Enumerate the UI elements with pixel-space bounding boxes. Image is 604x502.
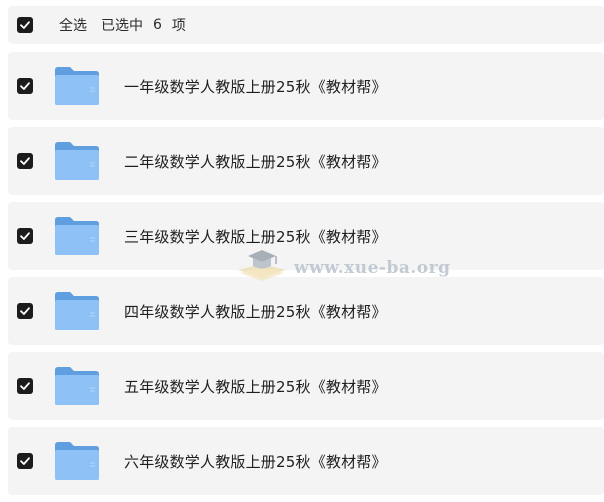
- file-row[interactable]: 四年级数学人教版上册25秋《教材帮》: [8, 277, 604, 345]
- checkmark-icon: [20, 457, 30, 465]
- row-checkbox[interactable]: [17, 78, 33, 94]
- file-row[interactable]: 二年级数学人教版上册25秋《教材帮》: [8, 127, 604, 195]
- file-name[interactable]: 三年级数学人教版上册25秋《教材帮》: [124, 226, 387, 247]
- checkmark-icon: [20, 382, 30, 390]
- file-name[interactable]: 六年级数学人教版上册25秋《教材帮》: [124, 451, 387, 472]
- row-checkbox[interactable]: [17, 453, 33, 469]
- folder-icon: [55, 442, 99, 480]
- file-name[interactable]: 四年级数学人教版上册25秋《教材帮》: [124, 301, 387, 322]
- select-all-checkbox[interactable]: [17, 17, 33, 33]
- checkmark-icon: [20, 82, 30, 90]
- select-all-label[interactable]: 全选: [59, 15, 87, 35]
- folder-icon: [55, 142, 99, 180]
- folder-icon: [55, 367, 99, 405]
- file-name[interactable]: 五年级数学人教版上册25秋《教材帮》: [124, 376, 387, 397]
- file-name[interactable]: 一年级数学人教版上册25秋《教材帮》: [124, 76, 387, 97]
- checkmark-icon: [20, 232, 30, 240]
- selected-prefix: 已选中: [101, 18, 143, 34]
- file-list: 一年级数学人教版上册25秋《教材帮》 二年级数学人教版上册25秋《教材帮》 三年…: [8, 52, 604, 502]
- file-row[interactable]: 六年级数学人教版上册25秋《教材帮》: [8, 427, 604, 495]
- file-row[interactable]: 三年级数学人教版上册25秋《教材帮》: [8, 202, 604, 270]
- checkmark-icon: [20, 21, 30, 29]
- checkmark-icon: [20, 307, 30, 315]
- selected-count: 6: [153, 17, 162, 33]
- checkmark-icon: [20, 157, 30, 165]
- row-checkbox[interactable]: [17, 153, 33, 169]
- row-checkbox[interactable]: [17, 303, 33, 319]
- folder-icon: [55, 217, 99, 255]
- selected-suffix: 项: [171, 18, 186, 34]
- file-name[interactable]: 二年级数学人教版上册25秋《教材帮》: [124, 151, 387, 172]
- folder-icon: [55, 292, 99, 330]
- select-all-bar: 全选 已选中 6 项: [8, 6, 604, 44]
- file-row[interactable]: 五年级数学人教版上册25秋《教材帮》: [8, 352, 604, 420]
- row-checkbox[interactable]: [17, 228, 33, 244]
- folder-icon: [55, 67, 99, 105]
- file-row[interactable]: 一年级数学人教版上册25秋《教材帮》: [8, 52, 604, 120]
- row-checkbox[interactable]: [17, 378, 33, 394]
